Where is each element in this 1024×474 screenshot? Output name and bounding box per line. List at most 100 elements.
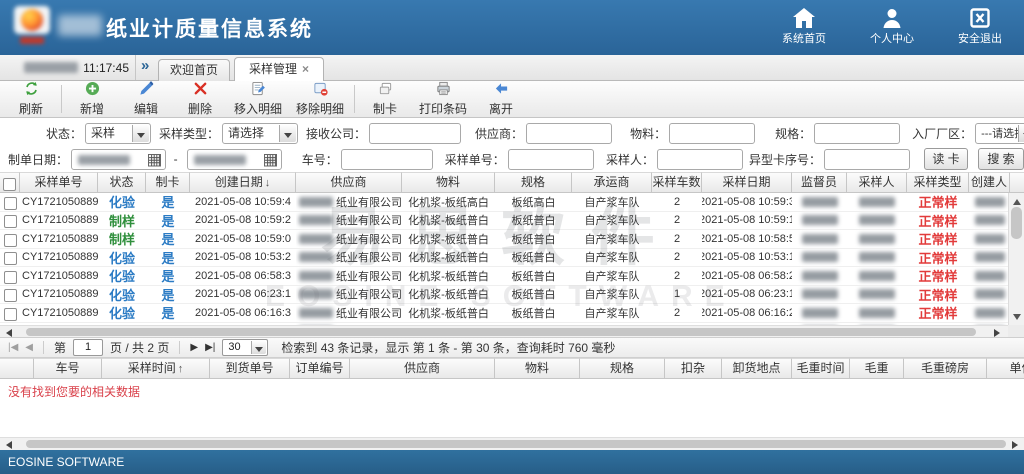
leave-icon <box>494 81 509 99</box>
sampler-input[interactable] <box>657 149 743 170</box>
prev-page-button[interactable]: ◀ <box>25 343 33 353</box>
scroll-up-arrow[interactable] <box>1009 193 1024 206</box>
column-header[interactable]: 车号 <box>34 358 102 379</box>
column-header[interactable]: 规格 <box>580 358 665 379</box>
chevron-down-icon[interactable] <box>251 341 266 354</box>
column-header[interactable]: 采样时间↑ <box>102 358 210 379</box>
column-header[interactable]: 采样车数 <box>652 172 702 193</box>
table-row[interactable]: CY172105088984化验是2021-05-08 10:53:2纸业有限公… <box>0 249 1008 268</box>
redacted-text <box>975 289 1005 299</box>
column-header[interactable]: 卸货地点 <box>722 358 792 379</box>
toolbar-edit-button[interactable]: 编辑 <box>119 82 173 116</box>
read-card-button[interactable]: 读 卡 <box>924 148 968 170</box>
row-checkbox[interactable] <box>4 197 17 210</box>
column-header[interactable]: 毛重时间 <box>792 358 850 379</box>
column-header[interactable]: 供应商 <box>296 172 402 193</box>
scrollbar-thumb[interactable] <box>26 328 976 336</box>
tab-close-icon[interactable]: × <box>302 62 309 76</box>
scrollbar-thumb[interactable] <box>26 440 1006 448</box>
cell-truck-count: 2 <box>652 212 702 230</box>
first-page-button[interactable]: |◀ <box>8 343 18 353</box>
table-row[interactable]: CY172105088986制样是2021-05-08 10:59:2纸业有限公… <box>0 212 1008 231</box>
column-header[interactable]: 采样单号 <box>20 172 98 193</box>
nav-home[interactable]: 系统首页 <box>772 5 836 46</box>
chevron-down-icon[interactable] <box>132 125 149 142</box>
toolbar-remove-detail-button[interactable]: 移除明细 <box>289 82 351 116</box>
expand-tabs-button[interactable]: » <box>141 57 149 74</box>
chevron-down-icon[interactable] <box>1018 125 1024 142</box>
scrollbar-thumb[interactable] <box>1011 207 1022 239</box>
horizontal-scrollbar-bottom[interactable] <box>0 437 1024 450</box>
toolbar-print-barcode-button[interactable]: 打印条码 <box>412 82 474 116</box>
toolbar-add-button[interactable]: 新增 <box>65 82 119 116</box>
table-row[interactable]: CY172105088985制样是2021-05-08 10:59:0纸业有限公… <box>0 230 1008 249</box>
table-row[interactable]: CY172105088987化验是2021-05-08 10:59:4纸业有限公… <box>0 193 1008 212</box>
sample-type-select[interactable]: 请选择 <box>222 123 298 144</box>
column-header[interactable]: 订单编号 <box>290 358 350 379</box>
column-header[interactable]: 单位 <box>987 358 1024 379</box>
column-header[interactable]: 到货单号 <box>210 358 290 379</box>
material-input[interactable] <box>669 123 755 144</box>
column-header[interactable]: 制卡 <box>146 172 190 193</box>
cell-sample-type: 正常样 <box>907 212 969 230</box>
calendar-icon[interactable] <box>148 153 161 172</box>
column-header[interactable]: 供应商 <box>350 358 495 379</box>
spec-input[interactable] <box>814 123 900 144</box>
column-header[interactable]: 采样人 <box>847 172 907 193</box>
table-row[interactable]: CY172105088983化验是2021-05-08 06:58:3纸业有限公… <box>0 267 1008 286</box>
row-checkbox[interactable] <box>4 271 17 284</box>
toolbar-move-in-detail-button[interactable]: 移入明细 <box>227 82 289 116</box>
row-checkbox[interactable] <box>4 308 17 321</box>
chevron-down-icon[interactable] <box>279 125 296 142</box>
last-page-button[interactable]: ▶| <box>205 343 215 353</box>
special-card-input[interactable] <box>824 149 910 170</box>
column-header[interactable]: 创建日期↓ <box>190 172 296 193</box>
column-header[interactable]: 物料 <box>402 172 495 193</box>
column-header[interactable]: 承运商 <box>572 172 652 193</box>
supplier-input[interactable] <box>526 123 612 144</box>
table-row[interactable]: CY172105088981化验是2021-05-08 06:16:3纸业有限公… <box>0 304 1008 323</box>
toolbar-delete-button[interactable]: 删除 <box>173 82 227 116</box>
column-header[interactable]: 状态 <box>98 172 146 193</box>
toolbar-make-card-button[interactable]: 制卡 <box>358 82 412 116</box>
page-size-select[interactable]: 30 <box>222 339 268 356</box>
row-checkbox[interactable] <box>4 234 17 247</box>
scroll-right-arrow[interactable] <box>1010 439 1024 450</box>
scroll-left-arrow[interactable] <box>0 439 14 450</box>
column-header[interactable]: 规格 <box>495 172 572 193</box>
nav-profile[interactable]: 个人中心 <box>860 5 924 46</box>
row-checkbox[interactable] <box>4 289 17 302</box>
column-header[interactable]: 毛重磅房 <box>904 358 987 379</box>
column-header[interactable]: 监督员 <box>792 172 847 193</box>
column-header[interactable]: 扣杂 <box>665 358 722 379</box>
row-checkbox[interactable] <box>4 252 17 265</box>
column-header[interactable]: 采样类型 <box>907 172 969 193</box>
next-page-button[interactable]: ▶ <box>190 343 198 353</box>
column-header[interactable]: 采样日期 <box>702 172 792 193</box>
sample-no-input[interactable] <box>508 149 594 170</box>
column-header[interactable]: 毛重 <box>850 358 904 379</box>
status-select[interactable]: 采样 <box>85 123 151 144</box>
make-date-end-input[interactable] <box>187 149 282 170</box>
select-all-checkbox[interactable] <box>3 178 16 191</box>
vertical-scrollbar[interactable] <box>1008 193 1024 325</box>
factory-select[interactable]: ---请选择-- <box>975 123 1024 144</box>
column-header[interactable]: 物料 <box>495 358 580 379</box>
calendar-icon[interactable] <box>264 153 277 172</box>
toolbar-refresh-button[interactable]: 刷新 <box>4 82 58 116</box>
row-checkbox[interactable] <box>4 215 17 228</box>
make-date-start-input[interactable] <box>71 149 166 170</box>
table-row[interactable]: CY172105088982化验是2021-05-08 06:23:1纸业有限公… <box>0 286 1008 305</box>
search-button[interactable]: 搜 索 <box>978 148 1024 170</box>
filter-bar: 状态： 采样 采样类型： 请选择 接收公司： 供应商： 物料： 规格： 入厂厂区… <box>0 118 1024 172</box>
receive-company-input[interactable] <box>369 123 461 144</box>
tab-welcome[interactable]: 欢迎首页 <box>158 59 230 81</box>
page-number-input[interactable]: 1 <box>73 339 103 356</box>
cell-creator <box>969 230 1008 248</box>
column-header[interactable]: 创建人 <box>969 172 1010 193</box>
nav-logout[interactable]: 安全退出 <box>948 5 1012 46</box>
toolbar-leave-button[interactable]: 离开 <box>474 82 528 116</box>
truck-no-input[interactable] <box>341 149 433 170</box>
tab-sampling[interactable]: 采样管理× <box>234 57 324 81</box>
scroll-down-arrow[interactable] <box>1009 312 1024 325</box>
